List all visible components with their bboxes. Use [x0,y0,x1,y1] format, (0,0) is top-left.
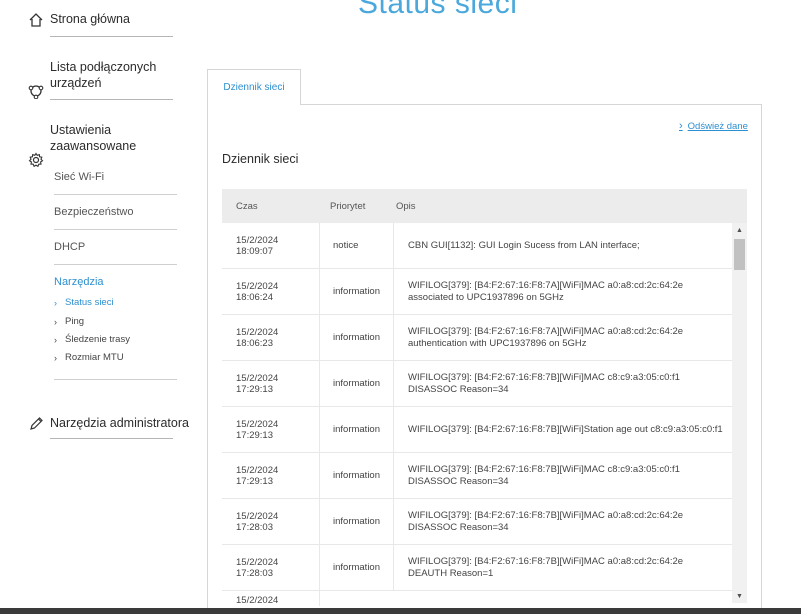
cell-time: 15/2/2024 17:29:13 [222,407,320,452]
cell-description: CBN GUI[1132]: GUI Login Sucess from LAN… [408,239,640,251]
nav-advanced-label: Ustawienia zaawansowane [50,123,137,153]
scroll-up-arrow-icon[interactable]: ▲ [732,223,747,237]
gear-icon [28,136,44,168]
nav-devices[interactable]: Lista podłączonych urządzeń [28,59,157,99]
nav-admin-tools[interactable]: Narzędzia administratora [28,415,189,432]
cell-priority: information [320,269,394,314]
nav-devices-label: Lista podłączonych urządzeń [50,60,157,90]
table-row: 15/2/2024 17:29:13 information WIFILOG[3… [222,453,732,499]
table-header: Czas Priorytet Opis [222,189,747,223]
cell-time: 15/2/2024 18:09:07 [222,223,320,268]
cell-priority: notice [320,223,394,268]
cell-time: 15/2/2024 18:06:24 [222,269,320,314]
refresh-link[interactable]: › Odśwież dane [679,120,748,132]
cell-priority: information [320,315,394,360]
divider [50,438,173,439]
refresh-link-label: Odśwież dane [687,120,748,132]
chevron-right-icon: › [54,334,57,345]
tool-item-label: Status sieci [65,297,114,308]
cell-priority: information [320,453,394,498]
table-row: 15/2/2024 17:29:13 information WIFILOG[3… [222,407,732,453]
cell-description: WIFILOG[379]: [B4:F2:67:16:F8:7B][WiFi]S… [408,423,723,435]
column-header-priority[interactable]: Priorytet [320,189,394,223]
table-scrollbar[interactable]: ▲ ▼ [732,223,747,603]
table-row: 15/2/2024 17:28:03 information WIFILOG[3… [222,499,732,545]
page-title: Status sieci [358,0,518,20]
tool-item-ping[interactable]: › Ping [54,316,84,327]
table-row: 15/2/2024 [222,591,732,608]
divider [54,194,177,195]
cell-description: WIFILOG[379]: [B4:F2:67:16:F8:7B][WiFi]M… [408,555,684,579]
log-table: Czas Priorytet Opis 15/2/2024 18:09:07 n… [222,189,747,608]
table-row: 15/2/2024 18:06:23 information WIFILOG[3… [222,315,732,361]
tab-network-log[interactable]: Dziennik sieci [207,69,301,105]
sidebar: Strona główna Lista podłączonych urządze… [0,0,200,608]
tool-item-label: Rozmiar MTU [65,352,124,363]
cell-time: 15/2/2024 17:29:13 [222,361,320,406]
nav-home-label: Strona główna [50,12,130,26]
cell-time: 15/2/2024 18:06:23 [222,315,320,360]
window-bottom-bar [0,608,801,614]
chevron-right-icon: › [54,297,57,308]
sub-item-wifi[interactable]: Sieć Wi-Fi [54,171,104,183]
cell-time: 15/2/2024 17:28:03 [222,545,320,590]
cell-description: WIFILOG[379]: [B4:F2:67:16:F8:7B][WiFi]M… [408,509,684,533]
table-body: 15/2/2024 18:09:07 notice CBN GUI[1132]:… [222,223,732,608]
divider [54,229,177,230]
devices-icon [28,67,44,99]
divider [54,379,177,380]
table-row: 15/2/2024 17:28:03 information WIFILOG[3… [222,545,732,591]
divider [54,264,177,265]
section-title: Dziennik sieci [222,152,299,166]
cell-priority: information [320,545,394,590]
scrollbar-thumb[interactable] [734,239,745,270]
column-header-time[interactable]: Czas [222,189,320,223]
chevron-right-icon: › [54,316,57,327]
nav-advanced[interactable]: Ustawienia zaawansowane [28,122,137,168]
cell-time: 15/2/2024 17:28:03 [222,499,320,544]
scroll-down-arrow-icon[interactable]: ▼ [732,589,747,603]
cell-time: 15/2/2024 17:29:13 [222,453,320,498]
divider [50,99,173,100]
tool-item-label: Ping [65,316,85,327]
table-row: 15/2/2024 18:06:24 information WIFILOG[3… [222,269,732,315]
tool-item-label: Śledzenie trasy [65,334,130,345]
sub-item-dhcp[interactable]: DHCP [54,241,85,253]
column-header-description[interactable]: Opis [394,189,731,223]
tool-item-traceroute[interactable]: › Śledzenie trasy [54,334,130,345]
chevron-right-icon: › [679,120,683,132]
cell-description: WIFILOG[379]: [B4:F2:67:16:F8:7B][WiFi]M… [408,463,680,487]
cell-time: 15/2/2024 [222,591,320,606]
sub-item-tools[interactable]: Narzędzia [54,276,104,288]
home-icon [28,12,44,28]
cell-priority: information [320,407,394,452]
cell-description: WIFILOG[379]: [B4:F2:67:16:F8:7A][WiFi]M… [408,325,684,349]
cell-description: WIFILOG[379]: [B4:F2:67:16:F8:7B][WiFi]M… [408,371,680,395]
tool-item-network-status[interactable]: › Status sieci [54,297,114,308]
cell-priority: information [320,499,394,544]
divider [50,36,173,37]
chevron-right-icon: › [54,352,57,363]
table-row: 15/2/2024 18:09:07 notice CBN GUI[1132]:… [222,223,732,269]
tool-item-mtu[interactable]: › Rozmiar MTU [54,352,124,363]
nav-home[interactable]: Strona główna [28,11,130,28]
pencil-icon [28,416,44,432]
sub-item-security[interactable]: Bezpieczeństwo [54,206,134,218]
table-row: 15/2/2024 17:29:13 information WIFILOG[3… [222,361,732,407]
nav-admin-tools-label: Narzędzia administratora [50,416,189,430]
cell-priority: information [320,361,394,406]
cell-description: WIFILOG[379]: [B4:F2:67:16:F8:7A][WiFi]M… [408,279,684,303]
